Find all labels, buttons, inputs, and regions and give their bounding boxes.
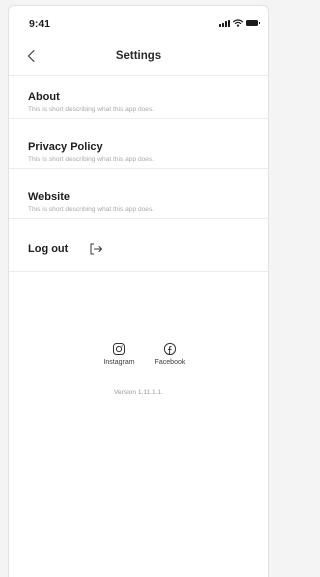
status-time: 9:41: [29, 18, 51, 30]
menu-item-title: Website: [28, 191, 70, 203]
app-screen: 9:41 Settings About This is short descri…: [8, 5, 269, 577]
menu-item-description: This is short describing what this app d…: [28, 106, 155, 113]
version-text: Version 1.11.1.1.: [114, 389, 163, 396]
logout-label: Log out: [28, 243, 69, 255]
status-bar: 9:41: [9, 6, 268, 30]
facebook-link[interactable]: Facebook: [140, 342, 200, 366]
menu-item-website[interactable]: Website This is short describing what th…: [9, 176, 268, 219]
facebook-label: Facebook: [154, 359, 186, 366]
page-title: Settings: [115, 50, 162, 62]
menu-item-privacy-policy[interactable]: Privacy Policy This is short describing …: [9, 126, 268, 169]
header: Settings: [9, 39, 268, 76]
menu-item-description: This is short describing what this app d…: [28, 156, 155, 163]
facebook-icon: [163, 342, 177, 356]
menu-item-about[interactable]: About This is short describing what this…: [9, 76, 268, 119]
logout-arrow-icon: [90, 243, 102, 255]
status-icons: [219, 19, 260, 27]
logout-button[interactable]: Log out: [9, 225, 268, 272]
menu-item-title: About: [28, 91, 60, 103]
menu-item-description: This is short describing what this app d…: [28, 206, 155, 213]
menu-item-title: Privacy Policy: [28, 141, 103, 153]
battery-icon: [246, 20, 260, 26]
instagram-icon: [113, 343, 125, 355]
wifi-icon: [233, 19, 243, 27]
signal-icon: [219, 19, 230, 27]
